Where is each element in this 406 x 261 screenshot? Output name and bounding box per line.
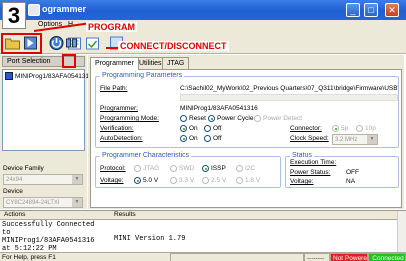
usb-device-icon <box>5 72 13 80</box>
radio-dot-icon <box>236 177 243 184</box>
chevron-down-icon: ▼ <box>72 198 82 207</box>
tab-jtag[interactable]: JTAG <box>162 57 190 69</box>
port-item[interactable]: MINIProg1/83AFA0541316 <box>5 72 93 80</box>
programming-mode-label: Programming Mode: <box>100 115 159 122</box>
device-label: Device <box>3 188 23 195</box>
connection-status-indicator: Connected <box>368 253 406 261</box>
status-voltage-value: NA <box>346 178 356 185</box>
connect-icon[interactable] <box>63 35 80 51</box>
status-bar: For Help, press F1 -------- Not Powered … <box>0 252 406 261</box>
log-scrollbar[interactable] <box>397 211 406 253</box>
connect-highlight <box>62 54 76 68</box>
voltage-3v3-radio[interactable]: 3.3 V <box>170 177 194 184</box>
status-title: Status <box>290 152 314 159</box>
chevron-down-icon: ▼ <box>367 135 377 144</box>
radio-dot-icon <box>254 115 261 122</box>
protocol-label: Protocol: <box>100 165 126 172</box>
file-path-value[interactable]: C:\Sachil02_MyWork\02_Previous Quarters\… <box>180 85 398 92</box>
autodetection-label: AutoDetection: <box>100 135 143 142</box>
programming-parameters-group: Programming Parameters File Path: C:\Sac… <box>95 72 399 148</box>
file-path-scrollbar[interactable] <box>180 94 398 101</box>
radio-dot-icon <box>134 177 141 184</box>
programmer-value: MINIProg1/83AFA0541316 <box>180 105 258 112</box>
verification-off-radio[interactable]: Off <box>204 125 222 132</box>
voltage-2v5-radio[interactable]: 2.5 V <box>202 177 226 184</box>
autodetection-on-radio[interactable]: On <box>180 135 198 142</box>
radio-dot-icon <box>204 125 211 132</box>
device-family-label: Device Family <box>3 165 44 172</box>
chevron-down-icon: ▼ <box>72 175 82 184</box>
program-highlight <box>1 33 42 54</box>
close-button[interactable]: ✕ <box>385 3 399 17</box>
clock-speed-label: Clock Speed: <box>290 135 329 142</box>
voltage-5v-radio[interactable]: 5.0 V <box>134 177 158 184</box>
device-select[interactable]: CY8C24894-24LTXI ▼ <box>3 197 83 208</box>
radio-dot-icon <box>180 115 187 122</box>
status-dashes: -------- <box>304 253 330 261</box>
programmer-characteristics-group: Programmer Characteristics Protocol: JTA… <box>95 152 281 188</box>
radio-dot-icon <box>170 177 177 184</box>
radio-dot-icon <box>236 165 243 172</box>
radio-dot-icon <box>356 125 363 132</box>
programmer-characteristics-title: Programmer Characteristics <box>100 152 192 159</box>
connector-5p-radio[interactable]: 5p <box>332 125 348 132</box>
verify-icon[interactable] <box>84 35 101 51</box>
mode-reset-radio[interactable]: Reset <box>180 115 206 122</box>
radio-dot-icon <box>170 165 177 172</box>
title-bar: ogrammer _ □ ✕ <box>0 0 406 20</box>
connect-callout: CONNECT/DISCONNECT <box>118 41 229 51</box>
verification-label: Verification: <box>100 125 134 132</box>
port-list[interactable]: MINIProg1/83AFA0541316 <box>2 69 93 151</box>
file-path-label: File Path: <box>100 85 128 92</box>
results-log-text: MINI Version 1.79 <box>114 235 186 243</box>
radio-dot-icon <box>180 125 187 132</box>
execution-time-label: Execution Time: <box>290 159 337 166</box>
window-title: ogrammer <box>42 4 87 14</box>
mode-power-detect-radio[interactable]: Power Detect <box>254 115 302 122</box>
radio-dot-icon <box>202 165 209 172</box>
protocol-issp-radio[interactable]: ISSP <box>202 165 226 172</box>
maximize-button[interactable]: □ <box>364 3 378 17</box>
protocol-jtag-radio[interactable]: JTAG <box>134 165 159 172</box>
step-number-badge: 3 <box>2 2 26 29</box>
power-status-label: Power Status: <box>290 169 331 176</box>
port-item-label: MINIProg1/83AFA0541316 <box>15 72 93 80</box>
tab-programmer[interactable]: Programmer <box>90 57 139 70</box>
mode-power-cycle-radio[interactable]: Power Cycle <box>208 115 253 122</box>
status-group: Status Execution Time: Power Status: OFF… <box>285 152 399 188</box>
device-family-select[interactable]: 24x94 ▼ <box>3 174 83 185</box>
program-callout: PROGRAM <box>86 22 137 32</box>
radio-dot-icon <box>202 177 209 184</box>
status-field-blank <box>170 253 304 261</box>
programmer-tab-body: Programming Parameters File Path: C:\Sac… <box>90 69 402 208</box>
status-voltage-label: Voltage: <box>290 178 314 185</box>
autodetection-off-radio[interactable]: Off <box>204 135 222 142</box>
connector-label: Connector: <box>290 125 322 132</box>
power-status-value: OFF <box>346 169 359 176</box>
clock-speed-select[interactable]: 3.2 MHz ▼ <box>332 134 378 145</box>
radio-dot-icon <box>208 115 215 122</box>
right-panel: Programmer Utilities JTAG Programming Pa… <box>88 55 404 209</box>
programming-parameters-title: Programming Parameters <box>100 72 185 79</box>
actions-column-header[interactable]: Actions <box>4 211 25 218</box>
port-selection-panel: Port Selection MINIProg1/83AFA0541316 De… <box>0 55 93 209</box>
voltage-1v8-radio[interactable]: 1.8 V <box>236 177 260 184</box>
connector-10p-radio[interactable]: 10p <box>356 125 376 132</box>
actions-header: Actions Results <box>0 211 397 220</box>
app-icon <box>28 4 40 16</box>
programmer-label: Programmer: <box>100 105 138 112</box>
results-column-header[interactable]: Results <box>114 211 136 218</box>
verification-on-radio[interactable]: On <box>180 125 198 132</box>
voltage-label: Voltage: <box>100 177 124 184</box>
protocol-i2c-radio[interactable]: I2C <box>236 165 255 172</box>
radio-dot-icon <box>180 135 187 142</box>
radio-dot-icon <box>134 165 141 172</box>
radio-dot-icon <box>204 135 211 142</box>
protocol-swd-radio[interactable]: SWD <box>170 165 194 172</box>
actions-log-panel[interactable]: Actions Results Successfully Connected t… <box>0 210 406 261</box>
help-status-text: For Help, press F1 <box>2 254 56 261</box>
power-status-indicator: Not Powered <box>330 253 368 261</box>
radio-dot-icon <box>332 125 339 132</box>
minimize-button[interactable]: _ <box>346 3 360 17</box>
